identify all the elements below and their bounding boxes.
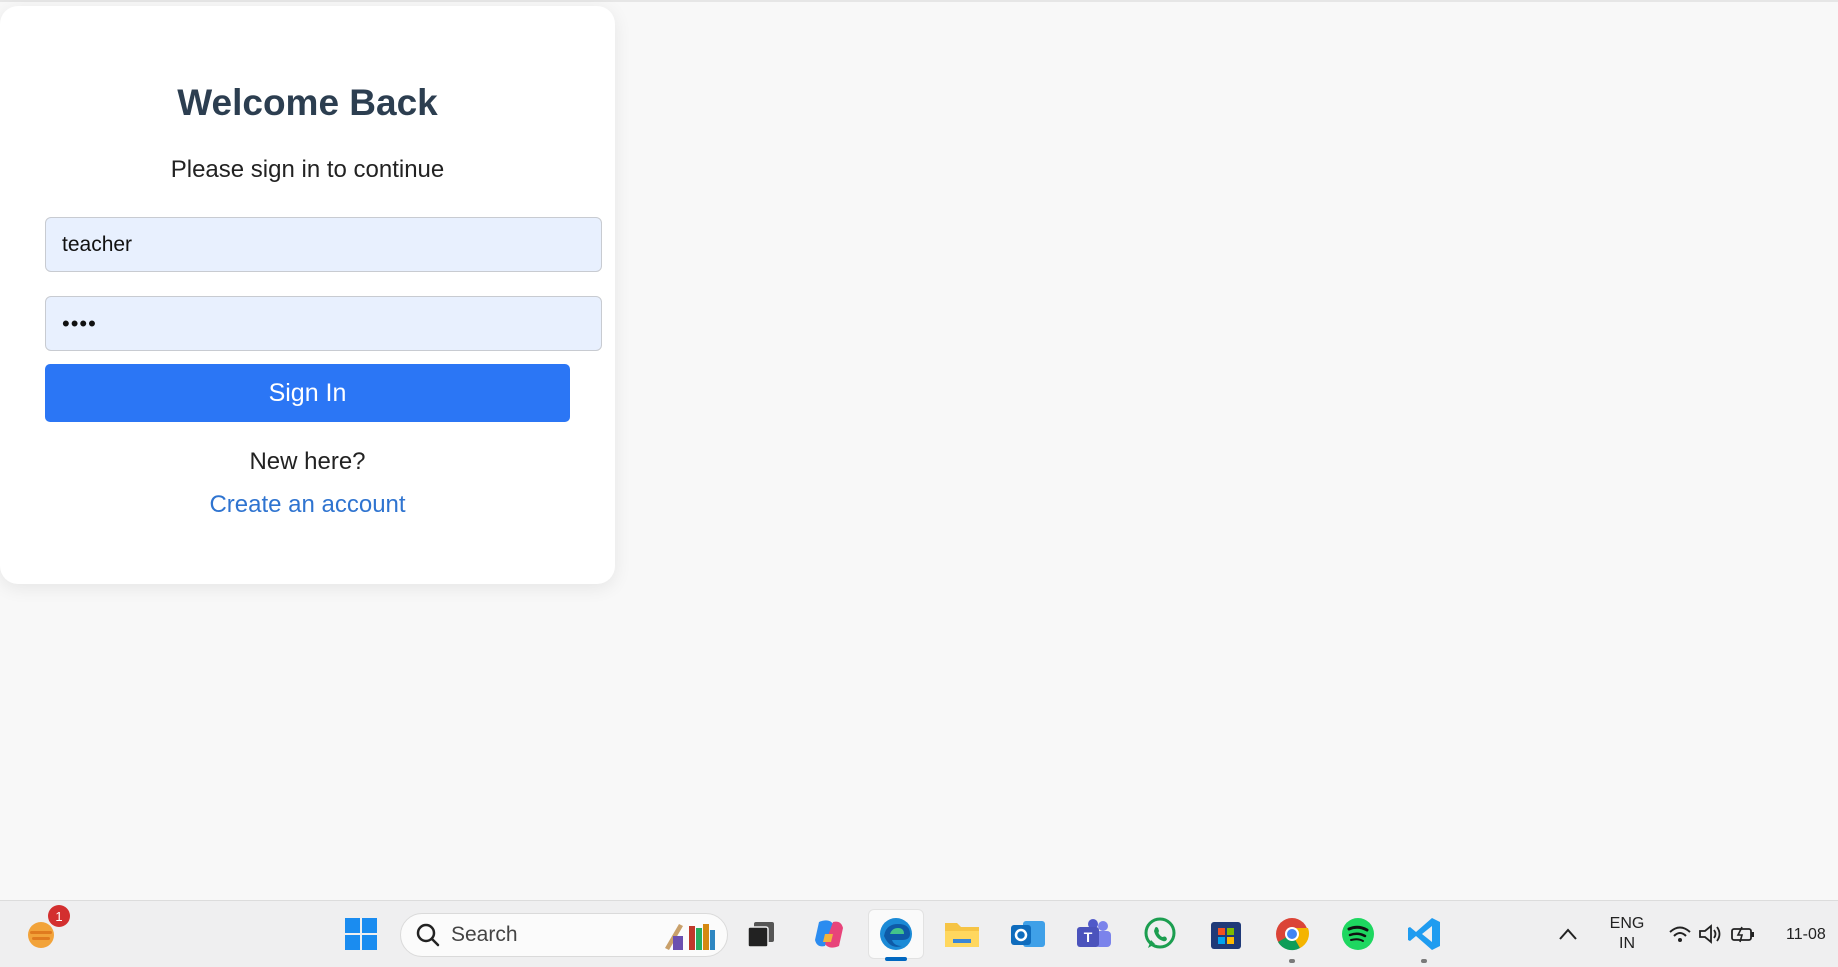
- username-input[interactable]: [45, 217, 602, 272]
- search-label: Search: [451, 923, 518, 946]
- outlook-button[interactable]: [1005, 911, 1051, 957]
- teams-icon: T: [1077, 919, 1111, 947]
- teams-button[interactable]: T: [1071, 911, 1117, 957]
- password-input[interactable]: [45, 296, 602, 351]
- active-app-indicator: [885, 957, 907, 961]
- vscode-button[interactable]: [1401, 911, 1447, 963]
- task-view-button[interactable]: [738, 911, 784, 957]
- wifi-icon: [1669, 926, 1691, 942]
- running-app-indicator: [1289, 959, 1295, 963]
- taskbar: 1 Search T ENG IN 11-08: [0, 900, 1838, 967]
- spotify-button[interactable]: [1335, 911, 1381, 957]
- running-app-indicator: [1421, 959, 1427, 963]
- taskbar-search-box[interactable]: Search: [400, 913, 728, 957]
- svg-text:T: T: [1084, 929, 1093, 945]
- language-indicator[interactable]: ENG IN: [1600, 914, 1654, 954]
- widget-notification-badge: 1: [48, 905, 70, 927]
- widgets-button[interactable]: 1: [18, 905, 70, 957]
- copilot-icon: [815, 920, 843, 948]
- login-title: Welcome Back: [177, 82, 438, 123]
- start-button[interactable]: [338, 911, 384, 957]
- whatsapp-button[interactable]: [1137, 911, 1183, 957]
- whatsapp-icon: [1144, 917, 1176, 949]
- microsoft-store-button[interactable]: [1203, 911, 1249, 957]
- spotify-icon: [1342, 918, 1374, 950]
- microsoft-store-icon: [1211, 922, 1241, 949]
- volume-icon: [1699, 924, 1721, 944]
- copilot-button[interactable]: [806, 911, 852, 957]
- edge-button[interactable]: [868, 909, 924, 961]
- outlook-icon: [1011, 921, 1045, 947]
- sign-in-button[interactable]: Sign In: [45, 364, 570, 422]
- edge-icon: [880, 918, 912, 950]
- login-card: Welcome Back Please sign in to continue …: [0, 6, 615, 584]
- clock-text[interactable]: 11-08: [1786, 925, 1838, 945]
- create-account-link[interactable]: Create an account: [0, 491, 615, 519]
- chrome-button[interactable]: [1269, 911, 1315, 963]
- language-code: ENG: [1609, 915, 1645, 932]
- chrome-icon: [1276, 918, 1310, 951]
- windows-start-icon: [345, 918, 377, 950]
- new-here-text: New here?: [249, 448, 366, 475]
- chevron-up-icon: [1559, 928, 1577, 940]
- language-region: IN: [1619, 935, 1635, 952]
- show-hidden-icons-button[interactable]: [1546, 911, 1590, 957]
- search-icon: [416, 923, 440, 947]
- vscode-icon: [1408, 918, 1440, 950]
- file-explorer-icon: [945, 923, 979, 947]
- file-explorer-button[interactable]: [939, 911, 985, 957]
- battery-icon: [1731, 926, 1754, 943]
- browser-page: Welcome Back Please sign in to continue …: [0, 0, 1838, 894]
- quick-settings-button[interactable]: [1664, 911, 1760, 957]
- search-highlight-books-icon: [665, 924, 715, 950]
- login-subtitle: Please sign in to continue: [170, 156, 445, 183]
- task-view-icon: [747, 922, 774, 948]
